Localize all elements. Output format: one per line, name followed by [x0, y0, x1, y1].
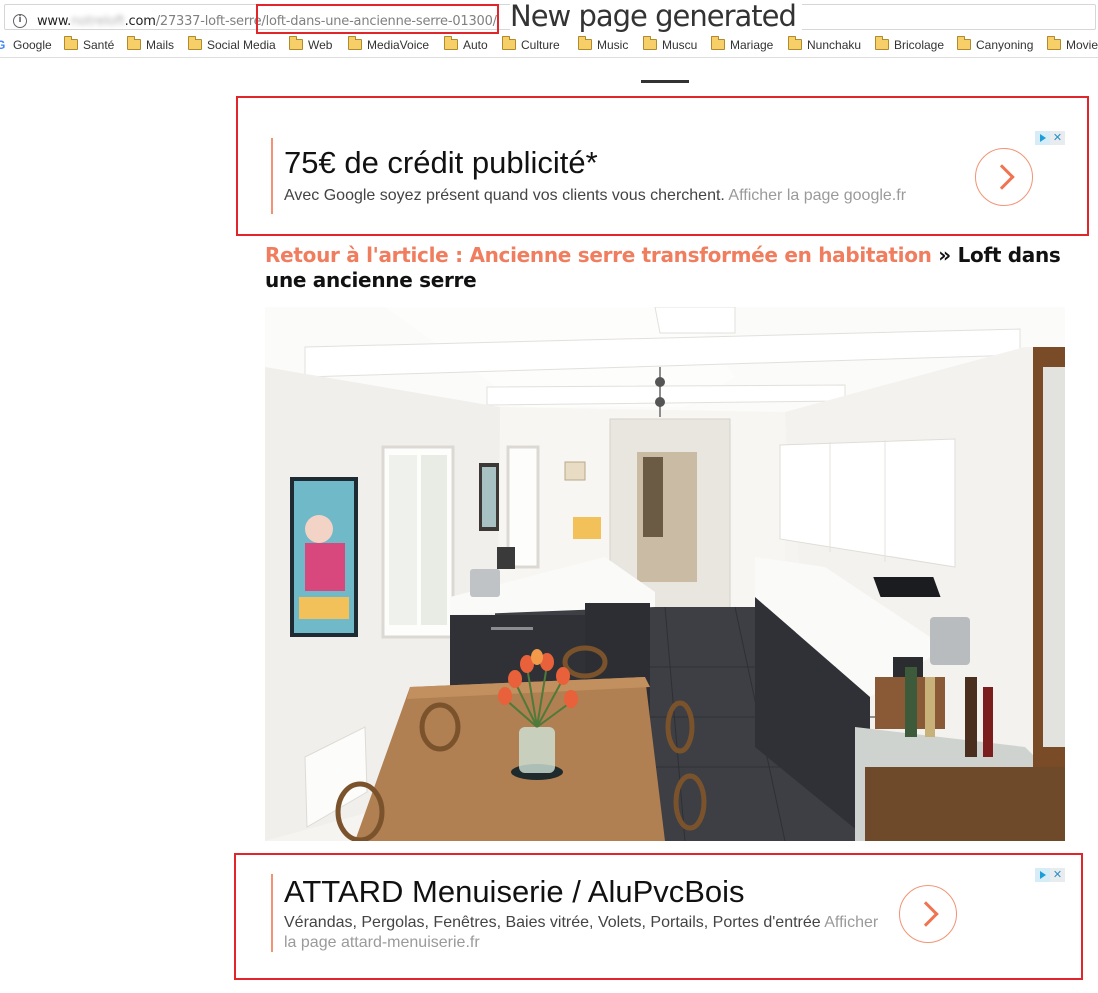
- folder-icon: [578, 36, 592, 50]
- folder-icon: [289, 36, 303, 50]
- close-icon[interactable]: ✕: [1050, 131, 1065, 145]
- folder-icon: [348, 36, 362, 50]
- bookmark-label: Social Media: [207, 38, 276, 52]
- bookmark-label: Santé: [83, 38, 115, 52]
- url-tld: .com: [124, 14, 156, 29]
- bookmark-movie[interactable]: Movie: [1047, 36, 1098, 52]
- ad-top-headline[interactable]: 75€ de crédit publicité*: [284, 145, 598, 181]
- folder-icon: [788, 36, 802, 50]
- ad-bottom-accent-line: [271, 874, 273, 952]
- loft-kitchen-photo[interactable]: [265, 307, 1065, 841]
- folder-icon: [127, 36, 141, 50]
- folder-icon: [957, 36, 971, 50]
- ad-bottom-text[interactable]: Vérandas, Pergolas, Fenêtres, Baies vitr…: [284, 913, 884, 953]
- bookmark-mariage[interactable]: Mariage: [711, 36, 774, 52]
- address-bar: i www.notreloft.com/27337-loft-serre/lof…: [0, 0, 1098, 34]
- bookmark-google[interactable]: Google: [13, 38, 52, 52]
- breadcrumb: Retour à l'article : Ancienne serre tran…: [265, 243, 1065, 293]
- bookmark-label: Culture: [521, 38, 560, 52]
- bookmark-label: Mails: [146, 38, 175, 52]
- url-highlight-box: [256, 4, 499, 34]
- adchoices-triangle-icon[interactable]: [1035, 131, 1050, 145]
- annotation-label: New page generated: [510, 0, 802, 33]
- bookmark-label: MediaVoice: [367, 38, 430, 52]
- ad-top-text[interactable]: Avec Google soyez présent quand vos clie…: [284, 186, 964, 206]
- bookmark-sante[interactable]: Santé: [64, 36, 115, 52]
- url-domain: notreloft: [71, 14, 125, 29]
- bookmark-label: Bricolage: [894, 38, 945, 52]
- bookmark-bricolage[interactable]: Bricolage: [875, 36, 945, 52]
- bookmark-web[interactable]: Web: [289, 36, 333, 52]
- folder-icon: [1047, 36, 1061, 50]
- adchoices-icon[interactable]: ✕: [1035, 131, 1065, 145]
- ad-bottom-description: Vérandas, Pergolas, Fenêtres, Baies vitr…: [284, 914, 821, 931]
- bookmark-label: Music: [597, 38, 629, 52]
- ad-top-arrow-button[interactable]: [975, 148, 1033, 206]
- bookmark-label: Google: [13, 38, 52, 52]
- bookmark-label: Canyoning: [976, 38, 1034, 52]
- bookmarks-bar: G Google Santé Mails Social Media Web Me…: [0, 34, 1098, 58]
- breadcrumb-back-link[interactable]: Retour à l'article : Ancienne serre tran…: [265, 243, 932, 267]
- bookmark-canyoning[interactable]: Canyoning: [957, 36, 1034, 52]
- folder-icon: [64, 36, 78, 50]
- folder-icon: [502, 36, 516, 50]
- ad-top-description: Avec Google soyez présent quand vos clie…: [284, 187, 725, 204]
- folder-icon: [188, 36, 202, 50]
- bookmark-culture[interactable]: Culture: [502, 36, 560, 52]
- bookmark-mails[interactable]: Mails: [127, 36, 175, 52]
- header-divider: [641, 80, 689, 83]
- bookmark-label: Auto: [463, 38, 488, 52]
- bookmark-music[interactable]: Music: [578, 36, 629, 52]
- info-icon[interactable]: i: [13, 14, 27, 28]
- google-icon: G: [0, 38, 5, 52]
- ad-top-link[interactable]: Afficher la page google.fr: [728, 187, 906, 204]
- bookmark-muscu[interactable]: Muscu: [643, 36, 698, 52]
- bookmark-auto[interactable]: Auto: [444, 36, 488, 52]
- bookmark-label: Movie: [1066, 38, 1098, 52]
- bookmark-label: Mariage: [730, 38, 774, 52]
- url-path: /27337-loft-serre: [155, 14, 262, 29]
- ad-top-accent-line: [271, 138, 273, 214]
- close-icon[interactable]: ✕: [1050, 868, 1065, 882]
- bookmark-mediavoice[interactable]: MediaVoice: [348, 36, 430, 52]
- bookmark-label: Web: [308, 38, 333, 52]
- breadcrumb-separator: »: [938, 243, 951, 267]
- bookmark-label: Nunchaku: [807, 38, 862, 52]
- bookmark-nunchaku[interactable]: Nunchaku: [788, 36, 862, 52]
- url-prefix: www.: [37, 14, 72, 29]
- adchoices-icon[interactable]: ✕: [1035, 868, 1065, 882]
- folder-icon: [643, 36, 657, 50]
- folder-icon: [711, 36, 725, 50]
- bookmark-social-media[interactable]: Social Media: [188, 36, 276, 52]
- ad-bottom-headline[interactable]: ATTARD Menuiserie / AluPvcBois: [284, 874, 745, 910]
- folder-icon: [444, 36, 458, 50]
- ad-bottom-arrow-button[interactable]: [899, 885, 957, 943]
- adchoices-triangle-icon[interactable]: [1035, 868, 1050, 882]
- folder-icon: [875, 36, 889, 50]
- bookmark-label: Muscu: [662, 38, 698, 52]
